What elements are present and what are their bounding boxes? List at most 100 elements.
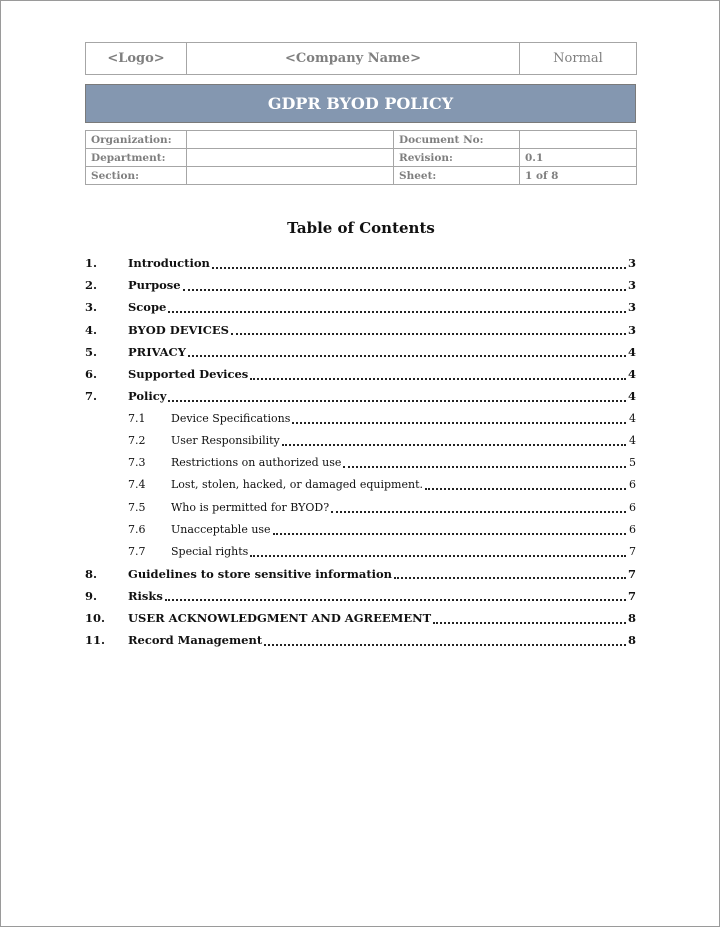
logo-placeholder: <Logo> [85, 42, 187, 75]
toc-entry-number: 1. [85, 256, 98, 271]
toc-entry-page[interactable]: 3 [628, 256, 636, 270]
toc-entry[interactable]: 4. BYOD DEVICES 3 [85, 319, 636, 341]
toc-entry[interactable]: 8. Guidelines to store sensitive informat… [85, 563, 636, 585]
toc-entry-number: 9. [85, 588, 98, 603]
toc-entry-label[interactable]: Who is permitted for BYOD? [171, 501, 329, 514]
toc-entry[interactable]: 7.3 Restrictions on authorized use 5 [85, 452, 636, 474]
toc-entry-number: 11. [85, 633, 106, 648]
toc-entry[interactable]: 7.6 Unacceptable use 6 [85, 518, 636, 540]
toc-entry-page[interactable]: 5 [628, 456, 636, 469]
toc-entry[interactable]: 2. Purpose 3 [85, 274, 636, 296]
toc-entry-page[interactable]: 4 [628, 389, 636, 403]
toc-entry-page[interactable]: 7 [628, 545, 636, 558]
toc-entry[interactable]: 1. Introduction 3 [85, 252, 636, 274]
toc-entry-number: 6. [85, 367, 98, 382]
toc-entry-label[interactable]: Supported Devices [128, 367, 248, 381]
toc-dot-leader [168, 399, 626, 402]
toc-entry[interactable]: 7. Policy 4 [85, 385, 636, 407]
toc-entry[interactable]: 7.7 Special rights 7 [85, 540, 636, 562]
organization-label: Organization: [85, 130, 187, 149]
toc-dot-leader [343, 465, 626, 469]
classification-label: Normal [519, 42, 637, 75]
toc-entry-label[interactable]: Lost, stolen, hacked, or damaged equipme… [171, 478, 423, 491]
toc-dot-leader [264, 643, 626, 646]
toc-entry-page[interactable]: 6 [628, 478, 636, 491]
toc-entry-page[interactable]: 4 [628, 345, 636, 359]
toc-entry-label[interactable]: Scope [128, 300, 166, 314]
toc-entry[interactable]: 10. USER ACKNOWLEDGMENT AND AGREEMENT 8 [85, 607, 636, 629]
toc-entry-number: 2. [85, 278, 98, 293]
document-no-label: Document No: [393, 130, 520, 149]
toc-dot-leader [433, 621, 626, 624]
toc-entry-label[interactable]: Unacceptable use [171, 523, 271, 536]
toc-dot-leader [331, 510, 626, 513]
table-of-contents: 1. Introduction 3 2. Purpose 3 3. Scope 3 4. BYOD … [85, 252, 636, 651]
toc-entry-label[interactable]: Guidelines to store sensitive informatio… [128, 567, 392, 581]
organization-value [186, 130, 394, 149]
toc-entry-label[interactable]: PRIVACY [128, 345, 186, 359]
toc-entry[interactable]: 6. Supported Devices 4 [85, 363, 636, 385]
toc-entry-label[interactable]: User Responsibility [171, 434, 280, 447]
toc-entry[interactable]: 11. Record Management 8 [85, 629, 636, 651]
toc-dot-leader [250, 554, 626, 558]
toc-entry-page[interactable]: 3 [628, 300, 636, 314]
toc-dot-leader [272, 532, 626, 535]
toc-entry-page[interactable]: 3 [628, 278, 636, 292]
toc-entry-page[interactable]: 8 [628, 611, 636, 625]
document-header-table: <Logo> <Company Name> Normal [85, 42, 637, 75]
sheet-value: 1 of 8 [519, 166, 637, 185]
toc-entry-label[interactable]: USER ACKNOWLEDGMENT AND AGREEMENT [128, 611, 431, 625]
document-title: GDPR BYOD POLICY [85, 84, 636, 123]
toc-entry-number: 7.3 [128, 456, 146, 470]
toc-dot-leader [182, 288, 626, 291]
toc-entry-label[interactable]: BYOD DEVICES [128, 323, 229, 337]
revision-value: 0.1 [519, 148, 637, 167]
toc-entry-page[interactable]: 4 [628, 434, 636, 447]
toc-entry-number: 10. [85, 611, 106, 626]
toc-entry[interactable]: 3. Scope 3 [85, 296, 636, 318]
toc-entry-page[interactable]: 8 [628, 633, 636, 647]
department-label: Department: [85, 148, 187, 167]
toc-entry-label[interactable]: Record Management [128, 633, 262, 647]
section-label: Section: [85, 166, 187, 185]
toc-dot-leader [394, 576, 626, 580]
toc-entry[interactable]: 9. Risks 7 [85, 585, 636, 607]
sheet-label: Sheet: [393, 166, 520, 185]
toc-entry-number: 5. [85, 344, 98, 359]
toc-entry-page[interactable]: 7 [628, 567, 636, 581]
toc-entry-label[interactable]: Introduction [128, 256, 210, 270]
toc-entry-page[interactable]: 4 [628, 412, 636, 425]
toc-entry-label[interactable]: Purpose [128, 278, 181, 292]
toc-entry-number: 7.5 [128, 500, 146, 514]
toc-dot-leader [168, 310, 626, 313]
section-value [186, 166, 394, 185]
company-name: <Company Name> [186, 42, 520, 75]
toc-dot-leader [230, 332, 626, 336]
toc-dot-leader [164, 598, 626, 602]
toc-entry-label[interactable]: Restrictions on authorized use [171, 456, 341, 469]
toc-entry-page[interactable]: 6 [628, 501, 636, 514]
toc-entry-number: 3. [85, 300, 98, 315]
toc-entry[interactable]: 7.2 User Responsibility 4 [85, 430, 636, 452]
toc-entry-number: 7.1 [128, 411, 146, 425]
toc-entry-label[interactable]: Device Specifications [171, 412, 290, 425]
toc-entry-number: 8. [85, 566, 98, 581]
toc-entry[interactable]: 7.1 Device Specifications 4 [85, 407, 636, 429]
toc-entry-label[interactable]: Policy [128, 389, 166, 403]
toc-entry-page[interactable]: 3 [628, 323, 636, 337]
toc-entry-number: 7. [85, 389, 98, 404]
toc-entry-label[interactable]: Risks [128, 589, 163, 603]
toc-dot-leader [187, 354, 626, 358]
toc-entry[interactable]: 7.5 Who is permitted for BYOD? 6 [85, 496, 636, 518]
toc-entry-page[interactable]: 6 [628, 523, 636, 536]
toc-entry-number: 7.2 [128, 434, 146, 448]
toc-entry[interactable]: 7.4 Lost, stolen, hacked, or damaged equi… [85, 474, 636, 496]
toc-heading: Table of Contents [287, 219, 435, 237]
toc-entry-page[interactable]: 7 [628, 589, 636, 603]
revision-label: Revision: [393, 148, 520, 167]
toc-entry-page[interactable]: 4 [628, 367, 636, 381]
toc-entry-label[interactable]: Special rights [171, 545, 248, 558]
toc-dot-leader [250, 377, 626, 380]
toc-dot-leader [281, 443, 626, 447]
toc-entry[interactable]: 5. PRIVACY 4 [85, 341, 636, 363]
